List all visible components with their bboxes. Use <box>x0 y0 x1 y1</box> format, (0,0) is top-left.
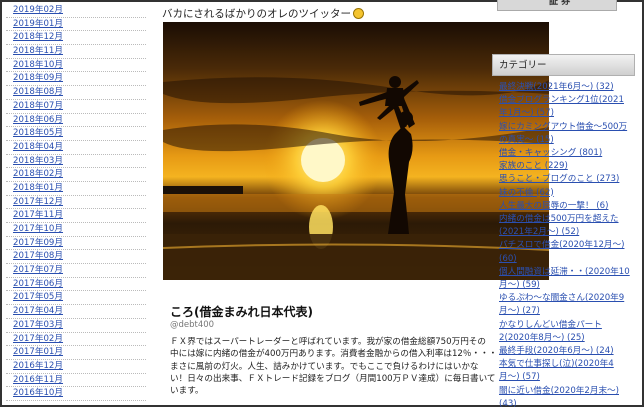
archive-month-link[interactable]: 2018年09月 <box>6 72 146 87</box>
archive-month-link[interactable]: 2019年02月 <box>6 4 146 18</box>
twitter-section-title-text: バカにされるばかりのオレのツイッター <box>162 8 351 20</box>
archive-month-link[interactable]: 2017年12月 <box>6 196 146 210</box>
archive-month-link[interactable]: 2017年07月 <box>6 264 146 278</box>
category-link[interactable]: 借金・キャッシング (801) <box>499 147 631 160</box>
category-list: 最終決戦(2021年6月〜) (32) 借金ブログランキング1位(2021年1月〜… <box>499 81 631 407</box>
category-link[interactable]: 妹の不倫 (62) <box>499 187 631 200</box>
archive-month-link[interactable]: 2018年08月 <box>6 86 146 100</box>
category-link[interactable]: パチスロで借金(2020年12月〜) (60) <box>499 239 631 265</box>
archive-month-link[interactable]: 2018年04月 <box>6 141 146 155</box>
archive-month-link[interactable]: 2017年08月 <box>6 250 146 265</box>
archive-month-link[interactable]: 2017年06月 <box>6 278 146 292</box>
archive-month-link[interactable]: 2017年02月 <box>6 333 146 347</box>
category-link[interactable]: かなりしんどい借金パート2(2020年8月〜) (25) <box>499 319 631 345</box>
archive-month-link[interactable]: 2018年06月 <box>6 114 146 128</box>
archive-month-link[interactable]: 2018年05月 <box>6 127 146 141</box>
archive-month-link[interactable]: 2018年12月 <box>6 31 146 46</box>
archive-month-link[interactable]: 2016年10月 <box>6 387 146 401</box>
archive-month-link[interactable]: 2018年07月 <box>6 100 146 114</box>
archive-month-link[interactable]: 2017年05月 <box>6 291 146 306</box>
bio-line: ＦＸ界ではスーパートレーダーと呼ばれています。我が家の借金総額750万円その <box>170 337 486 347</box>
category-link[interactable]: 本気で仕事探し(泣)(2020年4月〜) (57) <box>499 358 631 384</box>
category-link[interactable]: 最終決戦(2021年6月〜) (32) <box>499 81 631 94</box>
archive-month-link[interactable]: 2018年01月 <box>6 182 146 196</box>
bio-line: います。 <box>170 386 204 397</box>
archive-month-link[interactable]: 2019年01月 <box>6 18 146 32</box>
category-link[interactable]: 借金ブログランキング1位(2021年1月〜) (57) <box>499 94 631 120</box>
twitter-bio: ＦＸ界ではスーパートレーダーと呼ばれています。我が家の借金総額750万円その中に… <box>170 336 500 397</box>
archive-month-link[interactable]: 2017年01月 <box>6 346 146 360</box>
category-link[interactable]: 嫁にカミングアウト借金〜500万の真実〜 (15) <box>499 121 631 147</box>
archive-month-link[interactable]: 2018年10月 <box>6 59 146 73</box>
archive-month-link[interactable]: 2017年11月 <box>6 209 146 223</box>
sidebar-top-banner-label: 証 券 <box>549 0 571 7</box>
monthly-archive-list: 2019年02月 2019年01月 2018年12月 2018年11月 2018年10月… <box>6 4 146 401</box>
category-link[interactable]: 個人間融資は延滞・・(2020年10月〜) (59) <box>499 266 631 292</box>
twitter-handle[interactable]: @debt400 <box>170 320 214 330</box>
archive-month-link[interactable]: 2017年10月 <box>6 223 146 237</box>
archive-month-link[interactable]: 2017年09月 <box>6 237 146 251</box>
archive-month-link[interactable]: 2018年03月 <box>6 155 146 169</box>
category-link[interactable]: 闇に近い借金(2020年2月末〜) (43) <box>499 385 631 407</box>
archive-month-link[interactable]: 2016年11月 <box>6 374 146 388</box>
category-link[interactable]: 家族のこと (229) <box>499 160 631 173</box>
twitter-section-title: バカにされるばかりのオレのツイッター <box>162 6 364 21</box>
bio-line: 中には嫁に内緒の借金が400万円あります。消費者金融からの借入利率は12％・・・ <box>170 349 498 360</box>
category-heading: カテゴリー <box>492 54 635 76</box>
category-link[interactable]: 最終手段(2020年6月〜) (24) <box>499 345 631 358</box>
category-link[interactable]: 内緒の借金は500万円を超えた(2021年2月〜) (52) <box>499 213 631 239</box>
twitter-profile-name[interactable]: ころ(借金まみれ日本代表) <box>170 303 313 320</box>
archive-month-link[interactable]: 2016年12月 <box>6 360 146 374</box>
archive-month-link[interactable]: 2017年04月 <box>6 305 146 319</box>
bio-line: まさに風前の灯火。人生、詰みかけています。でもここで負けるわけにはいかな <box>170 361 479 372</box>
archive-month-link[interactable]: 2017年03月 <box>6 319 146 333</box>
bio-line: い！日々の出来事、ＦＸトレード記録をブログ（月間100万ＰＶ達成）に毎日書いて <box>170 373 496 384</box>
archive-month-link[interactable]: 2018年11月 <box>6 45 146 59</box>
category-link[interactable]: ゆるぷわ〜な闇金さん(2020年9月〜) (27) <box>499 292 631 318</box>
category-link[interactable]: 人生最大の屈辱の一撃！ (6) <box>499 200 631 213</box>
archive-month-link[interactable]: 2018年02月 <box>6 168 146 182</box>
category-link[interactable]: 思うこと・ブログのこと (273) <box>499 173 631 186</box>
smiley-emoji-icon <box>353 8 364 19</box>
